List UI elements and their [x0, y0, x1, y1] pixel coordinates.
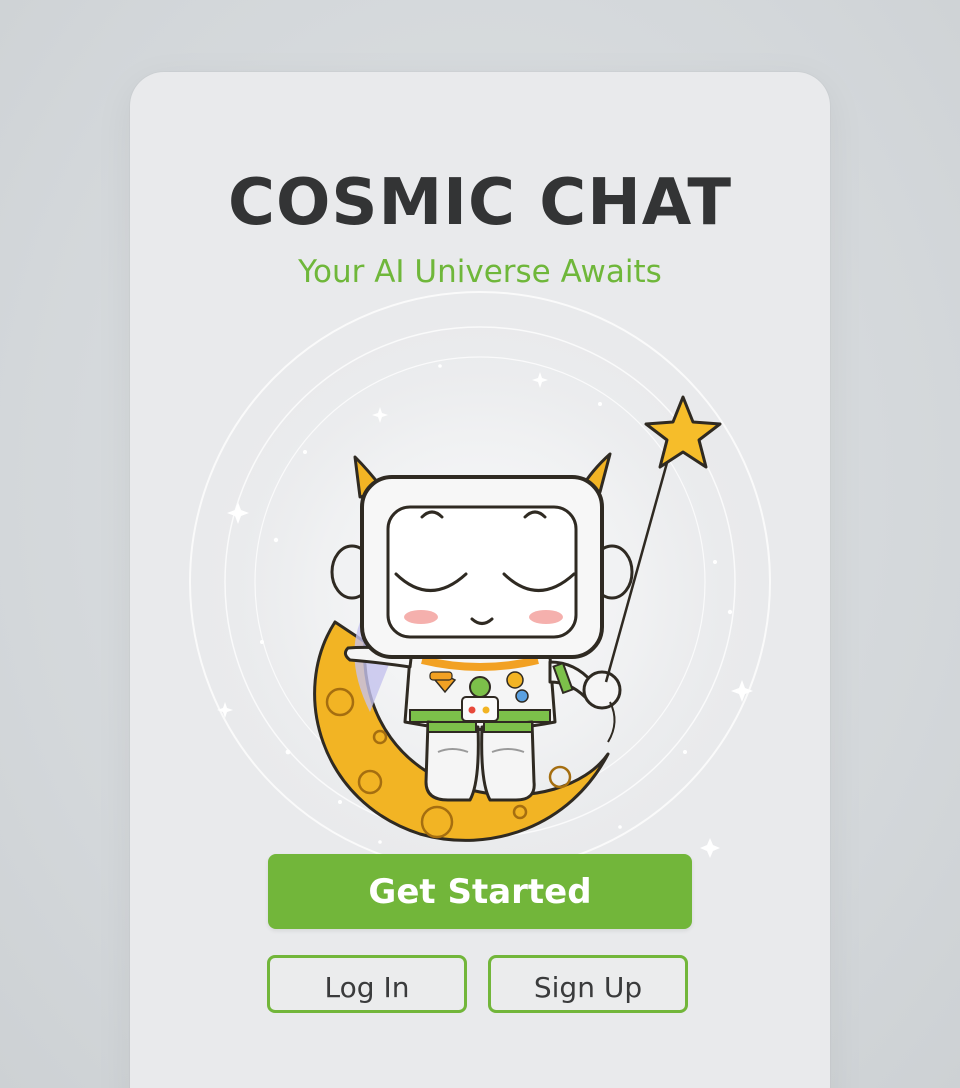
log-in-button[interactable]: Log In	[267, 955, 467, 1013]
hero-illustration	[180, 282, 780, 862]
app-title: COSMIC CHAT	[228, 166, 732, 240]
sign-up-button[interactable]: Sign Up	[488, 955, 688, 1013]
get-started-button[interactable]: Get Started	[268, 854, 692, 929]
welcome-card: COSMIC CHAT Your AI Universe Awaits Get …	[130, 72, 830, 1088]
page-background: COSMIC CHAT Your AI Universe Awaits Get …	[0, 0, 960, 1088]
